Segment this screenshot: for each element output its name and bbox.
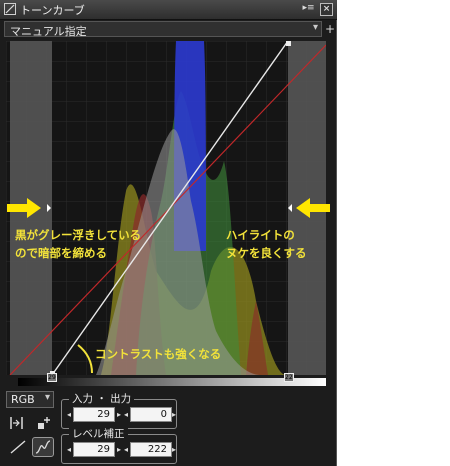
linear-curve-tool-icon[interactable] [7, 437, 29, 457]
tone-curve-panel: トーンカーブ ▸≡ × マニュアル指定 ▾ + 黒がグレー浮きしている ので暗部… [0, 0, 337, 466]
panel-expand-icon[interactable]: ▸≡ [302, 3, 315, 16]
input-decrement-button[interactable]: ◂ [65, 407, 73, 422]
arrow-right-icon [7, 198, 41, 218]
level-black-field[interactable]: 29 [73, 442, 115, 457]
smooth-curve-tool-icon[interactable] [32, 437, 54, 457]
annotation-right: ハイライトの ヌケを良くする [226, 226, 307, 262]
chevron-down-icon: ▾ [44, 392, 50, 403]
input-output-label: 入力 ・ 出力 [69, 392, 135, 406]
level-white-decrement-button[interactable]: ◂ [122, 442, 130, 457]
title-bar: トーンカーブ ▸≡ × [0, 0, 337, 20]
output-decrement-button[interactable]: ◂ [122, 407, 130, 422]
chevron-down-icon: ▾ [312, 22, 318, 33]
level-correction-group: レベル補正 ◂ 29 ▸ ◂ 222 ▸ [61, 427, 178, 464]
tone-curve-graph[interactable] [6, 41, 326, 375]
annotation-right-line2: ヌケを良くする [226, 246, 307, 260]
output-increment-button[interactable]: ▸ [170, 407, 178, 422]
preset-dropdown[interactable]: マニュアル指定 ▾ [4, 21, 322, 38]
level-white-increment-button[interactable]: ▸ [170, 442, 178, 457]
input-output-group: 入力 ・ 出力 ◂ 29 ▸ ◂ 0 ▸ [61, 392, 178, 429]
preset-value: マニュアル指定 [10, 25, 87, 38]
level-correction-label: レベル補正 [69, 427, 128, 441]
channel-value: RGB [11, 393, 35, 406]
auto-levels-icon[interactable] [7, 414, 27, 432]
output-value-field[interactable]: 0 [130, 407, 172, 422]
close-icon[interactable]: × [320, 3, 333, 16]
add-preset-button[interactable]: + [324, 22, 336, 36]
level-black-decrement-button[interactable]: ◂ [65, 442, 73, 457]
channel-select[interactable]: RGB ▾ [6, 391, 54, 408]
annotation-left-line2: ので暗部を締める [15, 246, 107, 260]
input-value-field[interactable]: 29 [73, 407, 115, 422]
annotation-right-line1: ハイライトの [226, 228, 295, 242]
level-white-field[interactable]: 222 [130, 442, 172, 457]
annotation-bottom: コントラストも強くなる [95, 347, 222, 361]
tone-curve-app-icon [4, 3, 16, 15]
annotation-left: 黒がグレー浮きしている ので暗部を締める [15, 226, 141, 262]
white-point-slider[interactable]: 222 [284, 373, 294, 382]
arrow-left-icon [296, 198, 330, 218]
window-title: トーンカーブ [20, 4, 85, 17]
annotation-left-line1: 黒がグレー浮きしている [15, 228, 142, 242]
input-gradient-bar [18, 378, 326, 386]
add-point-icon[interactable] [34, 414, 54, 432]
black-point-slider[interactable]: 29 [47, 373, 57, 382]
curve-point-white [286, 41, 291, 46]
